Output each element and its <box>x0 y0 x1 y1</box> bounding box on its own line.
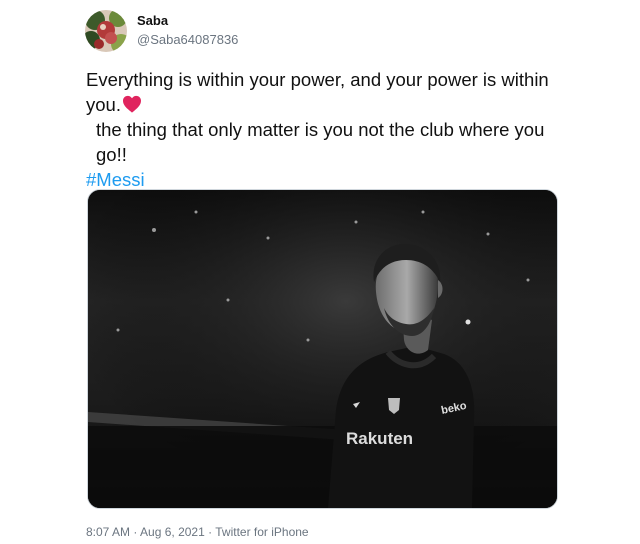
tweet-card: Saba @Saba64087836 Everything is within … <box>0 0 640 544</box>
tweet-line-1: Everything is within your power, and you… <box>86 67 576 117</box>
tweet-text: Everything is within your power, and you… <box>86 67 576 192</box>
heart-icon <box>122 95 141 113</box>
hashtag-link[interactable]: #Messi <box>86 169 145 190</box>
tweet-meta: 8:07 AM · Aug 6, 2021 · Twitter for iPho… <box>86 525 309 539</box>
avatar-image <box>85 10 127 52</box>
meta-separator: · <box>130 525 141 539</box>
photo-image: Rakuten beko <box>88 190 557 508</box>
author-name[interactable]: Saba <box>137 13 168 28</box>
tweet-date[interactable]: Aug 6, 2021 <box>140 525 205 539</box>
tweet-line-2: the thing that only matter is you not th… <box>96 119 545 165</box>
jersey-sponsor-text: Rakuten <box>346 429 413 448</box>
author-handle[interactable]: @Saba64087836 <box>137 32 238 47</box>
tweet-source[interactable]: Twitter for iPhone <box>215 525 308 539</box>
tweet-photo[interactable]: Rakuten beko <box>87 189 558 509</box>
tweet-line-1-text: Everything is within your power, and you… <box>86 69 549 115</box>
meta-separator-2: · <box>204 525 216 539</box>
tweet-time[interactable]: 8:07 AM <box>86 525 130 539</box>
avatar[interactable] <box>85 10 127 52</box>
